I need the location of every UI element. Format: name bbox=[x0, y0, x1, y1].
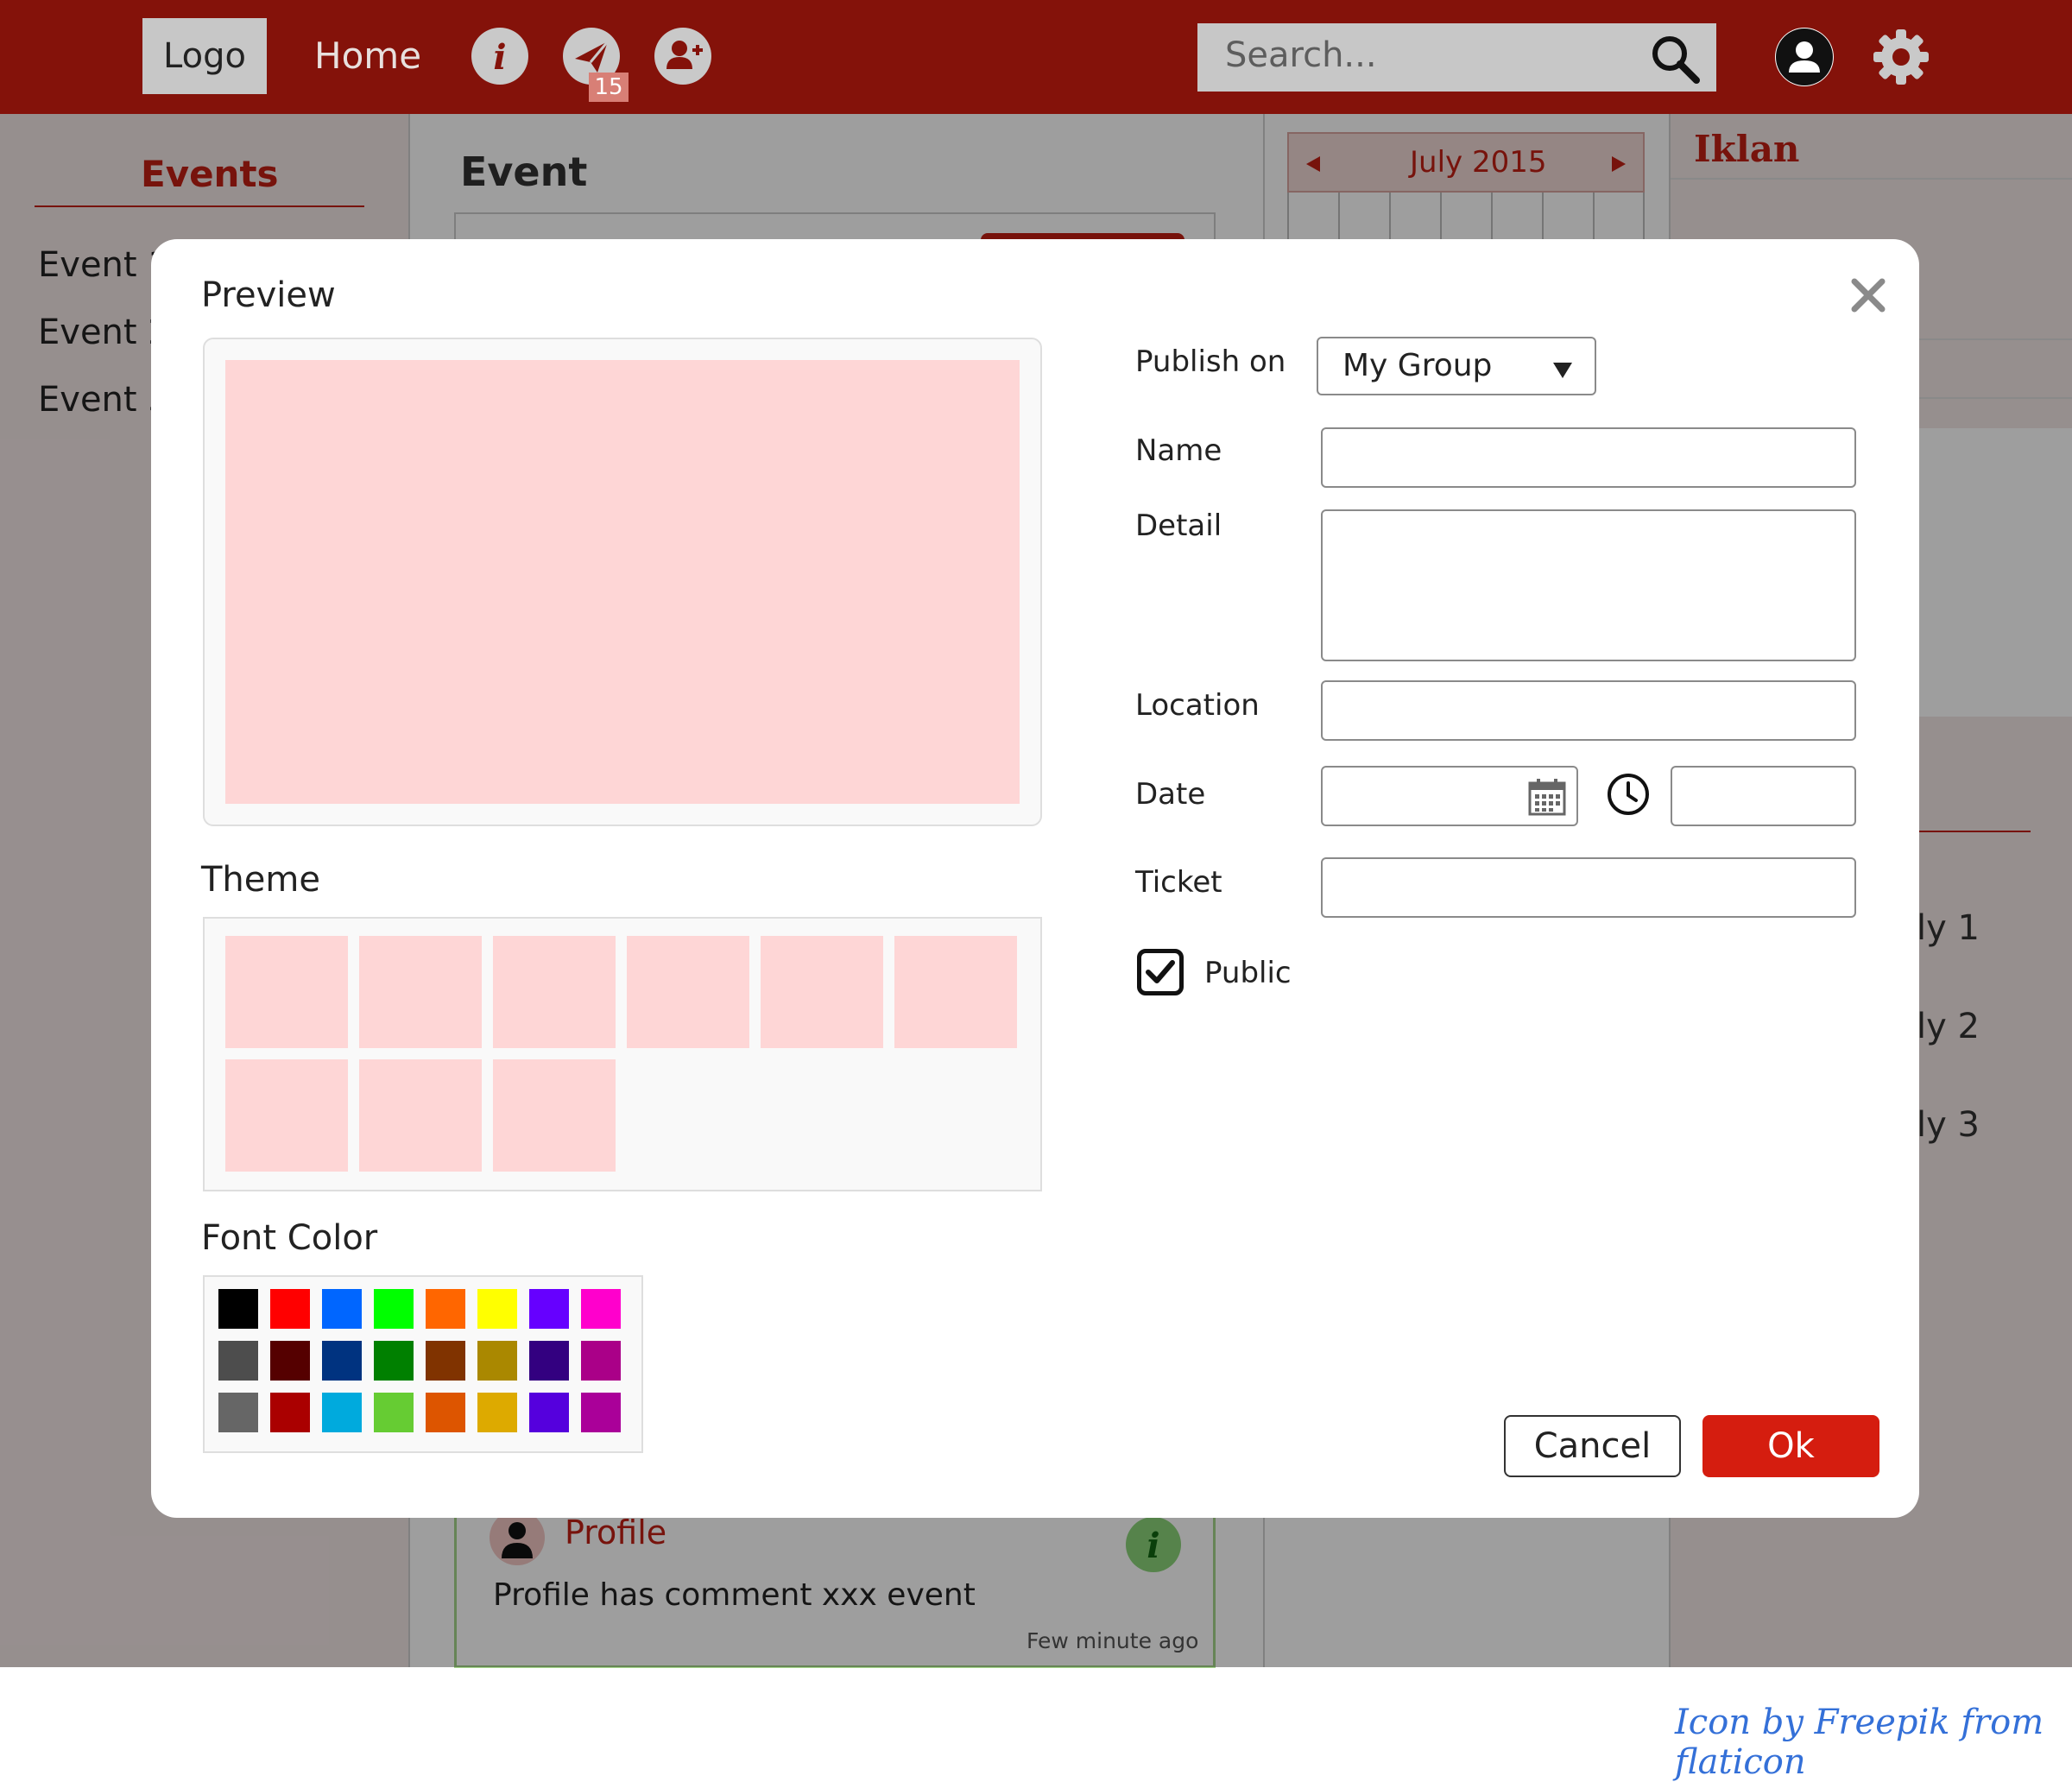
ticket-label: Ticket bbox=[1135, 865, 1222, 900]
name-field[interactable] bbox=[1321, 427, 1856, 488]
font-color-label: Font Color bbox=[201, 1218, 378, 1258]
font-color-swatch[interactable] bbox=[270, 1393, 310, 1432]
font-color-swatch[interactable] bbox=[426, 1393, 465, 1432]
public-label: Public bbox=[1204, 956, 1292, 990]
location-field[interactable] bbox=[1321, 680, 1856, 741]
font-color-swatch[interactable] bbox=[218, 1393, 258, 1432]
add-user-icon[interactable] bbox=[654, 28, 711, 85]
font-color-swatch[interactable] bbox=[374, 1289, 414, 1329]
preview-label: Preview bbox=[201, 275, 336, 315]
preview-frame bbox=[203, 338, 1042, 826]
theme-swatch[interactable] bbox=[493, 1059, 616, 1172]
font-color-swatch[interactable] bbox=[270, 1341, 310, 1381]
location-label: Location bbox=[1135, 688, 1260, 723]
font-color-swatch[interactable] bbox=[477, 1289, 517, 1329]
svg-text:i: i bbox=[493, 37, 506, 78]
logo[interactable]: Logo bbox=[142, 18, 267, 94]
font-color-swatch[interactable] bbox=[322, 1393, 362, 1432]
font-color-swatch[interactable] bbox=[322, 1289, 362, 1329]
font-color-swatch[interactable] bbox=[426, 1341, 465, 1381]
icon-credit[interactable]: Icon by Freepik from flaticon bbox=[1675, 1703, 2072, 1782]
detail-label: Detail bbox=[1135, 509, 1222, 543]
font-color-picker bbox=[203, 1275, 643, 1453]
font-color-swatch[interactable] bbox=[374, 1341, 414, 1381]
theme-swatch[interactable] bbox=[761, 936, 883, 1048]
detail-textarea[interactable] bbox=[1321, 509, 1856, 661]
close-icon[interactable] bbox=[1851, 278, 1886, 313]
theme-swatch[interactable] bbox=[225, 1059, 348, 1172]
name-label: Name bbox=[1135, 433, 1222, 468]
message-count-badge: 15 bbox=[589, 73, 629, 102]
font-color-swatch[interactable] bbox=[218, 1289, 258, 1329]
calendar-icon[interactable] bbox=[1528, 778, 1566, 816]
time-field[interactable] bbox=[1671, 766, 1856, 826]
profile-icon[interactable] bbox=[1775, 28, 1834, 86]
create-event-dialog: Preview Theme Font Color Publish on My G… bbox=[151, 239, 1919, 1518]
cancel-button[interactable]: Cancel bbox=[1504, 1415, 1681, 1477]
top-bar: Logo Home i 15 Search... bbox=[0, 0, 2072, 114]
theme-label: Theme bbox=[201, 860, 320, 900]
font-color-swatch[interactable] bbox=[581, 1289, 621, 1329]
font-color-swatch[interactable] bbox=[581, 1341, 621, 1381]
font-color-swatch[interactable] bbox=[322, 1341, 362, 1381]
font-color-swatch[interactable] bbox=[270, 1289, 310, 1329]
checkmark-icon bbox=[1146, 960, 1175, 983]
theme-swatch[interactable] bbox=[359, 936, 482, 1048]
font-color-swatch[interactable] bbox=[529, 1289, 569, 1329]
chevron-down-icon bbox=[1553, 363, 1572, 378]
publish-on-select[interactable]: My Group bbox=[1317, 337, 1596, 395]
search-icon[interactable] bbox=[1648, 32, 1702, 85]
font-color-swatch[interactable] bbox=[426, 1289, 465, 1329]
theme-picker bbox=[203, 917, 1042, 1191]
date-label: Date bbox=[1135, 777, 1206, 812]
font-color-swatch[interactable] bbox=[477, 1393, 517, 1432]
date-field[interactable] bbox=[1321, 766, 1578, 826]
font-color-swatch[interactable] bbox=[477, 1341, 517, 1381]
ticket-field[interactable] bbox=[1321, 857, 1856, 918]
theme-swatch[interactable] bbox=[493, 936, 616, 1048]
info-icon[interactable]: i bbox=[471, 28, 528, 85]
font-color-swatch[interactable] bbox=[529, 1393, 569, 1432]
preview-image bbox=[225, 360, 1020, 804]
theme-swatch[interactable] bbox=[359, 1059, 482, 1172]
font-color-swatch[interactable] bbox=[529, 1341, 569, 1381]
ok-button[interactable]: Ok bbox=[1702, 1415, 1879, 1477]
search-box[interactable]: Search... bbox=[1197, 23, 1716, 92]
theme-swatch[interactable] bbox=[894, 936, 1017, 1048]
publish-on-value: My Group bbox=[1342, 348, 1493, 383]
settings-gear-icon[interactable] bbox=[1872, 28, 1930, 86]
clock-icon[interactable] bbox=[1606, 772, 1651, 817]
public-checkbox[interactable] bbox=[1137, 949, 1184, 995]
theme-swatch[interactable] bbox=[627, 936, 749, 1048]
search-input[interactable]: Search... bbox=[1225, 35, 1377, 75]
font-color-swatch[interactable] bbox=[374, 1393, 414, 1432]
publish-on-label: Publish on bbox=[1135, 344, 1286, 379]
font-color-swatch[interactable] bbox=[218, 1341, 258, 1381]
home-link[interactable]: Home bbox=[314, 35, 421, 77]
theme-swatch[interactable] bbox=[225, 936, 348, 1048]
font-color-swatch[interactable] bbox=[581, 1393, 621, 1432]
